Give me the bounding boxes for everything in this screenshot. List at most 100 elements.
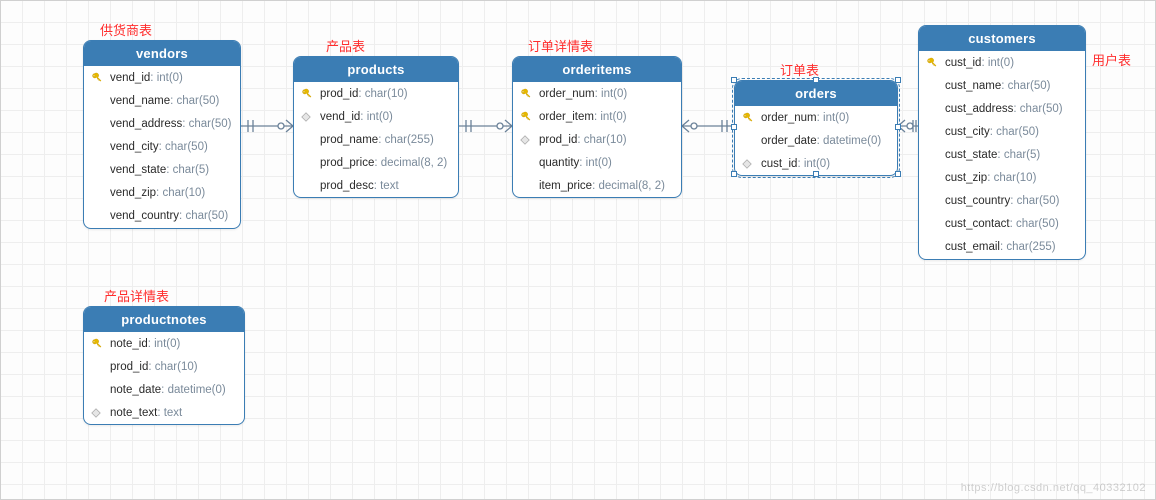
watermark: https://blog.csdn.net/qq_40332102 <box>961 482 1146 494</box>
key-icon <box>91 338 103 350</box>
column-row[interactable]: cust_zipchar(10) <box>919 166 1085 189</box>
column-type: char(50) <box>1010 195 1059 207</box>
column-row[interactable]: vend_idint(0) <box>84 66 240 89</box>
resize-handle-nw[interactable] <box>731 77 737 83</box>
column-name: vend_state <box>110 164 166 176</box>
diamond-icon <box>91 407 103 419</box>
annotation-orderitems: 订单详情表 <box>528 36 593 55</box>
column-row[interactable]: prod_idchar(10) <box>513 128 681 151</box>
column-type: int(0) <box>594 111 627 123</box>
column-row[interactable]: vend_addresschar(50) <box>84 112 240 135</box>
column-type: char(255) <box>1000 241 1056 253</box>
column-type: int(0) <box>981 57 1014 69</box>
table-products[interactable]: products prod_idchar(10)vend_idint(0)pro… <box>293 56 459 198</box>
column-type: char(5) <box>166 164 209 176</box>
column-name: cust_contact <box>945 218 1010 230</box>
column-row[interactable]: order_itemint(0) <box>513 105 681 128</box>
column-type: char(50) <box>159 141 208 153</box>
column-name: prod_id <box>320 88 358 100</box>
table-header: productnotes <box>84 307 244 332</box>
column-row[interactable]: cust_countrychar(50) <box>919 190 1085 213</box>
column-type: datetime(0) <box>817 135 882 147</box>
column-name: cust_country <box>945 195 1010 207</box>
resize-handle-ne[interactable] <box>895 77 901 83</box>
column-row[interactable]: note_idint(0) <box>84 332 244 355</box>
column-row[interactable]: order_datedatetime(0) <box>735 129 897 152</box>
annotation-vendors: 供货商表 <box>100 20 152 39</box>
column-row[interactable]: vend_idint(0) <box>294 105 458 128</box>
resize-handle-w[interactable] <box>731 124 737 130</box>
table-body: vend_idint(0)vend_namechar(50)vend_addre… <box>84 66 240 228</box>
column-name: vend_zip <box>110 187 156 199</box>
column-row[interactable]: order_numint(0) <box>735 106 897 129</box>
column-name: cust_name <box>945 80 1001 92</box>
column-row[interactable]: vend_zipchar(10) <box>84 181 240 204</box>
column-row[interactable]: quantityint(0) <box>513 151 681 174</box>
column-type: datetime(0) <box>161 384 226 396</box>
column-row[interactable]: vend_citychar(50) <box>84 135 240 158</box>
column-row[interactable]: cust_emailchar(255) <box>919 236 1085 259</box>
column-type: char(50) <box>170 95 219 107</box>
column-name: cust_email <box>945 241 1000 253</box>
column-row[interactable]: cust_namechar(50) <box>919 74 1085 97</box>
column-name: order_date <box>761 135 817 147</box>
resize-handle-sw[interactable] <box>731 171 737 177</box>
key-icon <box>520 88 532 100</box>
column-row[interactable]: cust_idint(0) <box>919 51 1085 74</box>
column-row[interactable]: prod_desctext <box>294 174 458 197</box>
column-name: cust_zip <box>945 172 987 184</box>
column-type: int(0) <box>579 157 612 169</box>
column-row[interactable]: vend_countrychar(50) <box>84 205 240 228</box>
column-type: char(50) <box>179 210 228 222</box>
table-orders[interactable]: orders order_numint(0)order_datedatetime… <box>734 80 898 176</box>
column-type: char(50) <box>1001 80 1050 92</box>
column-row[interactable]: note_texttext <box>84 401 244 424</box>
er-canvas[interactable]: 供货商表 产品表 订单详情表 订单表 用户表 产品详情表 vendors ven… <box>0 0 1156 500</box>
column-row[interactable]: cust_citychar(50) <box>919 120 1085 143</box>
key-icon <box>301 88 313 100</box>
table-productnotes[interactable]: productnotes note_idint(0)prod_idchar(10… <box>83 306 245 425</box>
table-orderitems[interactable]: orderitems order_numint(0)order_itemint(… <box>512 56 682 198</box>
table-vendors[interactable]: vendors vend_idint(0)vend_namechar(50)ve… <box>83 40 241 229</box>
column-type: char(10) <box>577 134 626 146</box>
resize-handle-se[interactable] <box>895 171 901 177</box>
table-customers[interactable]: customers cust_idint(0)cust_namechar(50)… <box>918 25 1086 260</box>
column-type: int(0) <box>148 338 181 350</box>
column-type: int(0) <box>150 72 183 84</box>
table-header: orderitems <box>513 57 681 82</box>
column-row[interactable]: vend_statechar(5) <box>84 158 240 181</box>
column-name: cust_id <box>761 158 797 170</box>
annotation-products: 产品表 <box>326 36 365 55</box>
column-row[interactable]: item_pricedecimal(8, 2) <box>513 174 681 197</box>
column-type: char(10) <box>358 88 407 100</box>
column-row[interactable]: cust_statechar(5) <box>919 143 1085 166</box>
column-row[interactable]: note_datedatetime(0) <box>84 378 244 401</box>
column-type: text <box>157 407 182 419</box>
diamond-icon <box>301 111 313 123</box>
column-name: note_date <box>110 384 161 396</box>
resize-handle-e[interactable] <box>895 124 901 130</box>
column-name: vend_address <box>110 118 182 130</box>
diamond-icon <box>742 158 754 170</box>
column-name: prod_name <box>320 134 378 146</box>
column-name: cust_state <box>945 149 997 161</box>
column-row[interactable]: order_numint(0) <box>513 82 681 105</box>
diamond-icon <box>520 134 532 146</box>
resize-handle-s[interactable] <box>813 171 819 177</box>
column-row[interactable]: cust_addresschar(50) <box>919 97 1085 120</box>
column-type: char(255) <box>378 134 434 146</box>
column-row[interactable]: vend_namechar(50) <box>84 89 240 112</box>
column-row[interactable]: prod_namechar(255) <box>294 128 458 151</box>
column-row[interactable]: prod_idchar(10) <box>294 82 458 105</box>
table-header: orders <box>735 81 897 106</box>
resize-handle-n[interactable] <box>813 77 819 83</box>
column-type: decimal(8, 2) <box>592 180 665 192</box>
column-row[interactable]: prod_idchar(10) <box>84 355 244 378</box>
column-row[interactable]: cust_contactchar(50) <box>919 213 1085 236</box>
column-type: char(50) <box>182 118 231 130</box>
table-body: cust_idint(0)cust_namechar(50)cust_addre… <box>919 51 1085 259</box>
column-name: quantity <box>539 157 579 169</box>
column-type: int(0) <box>595 88 628 100</box>
column-name: cust_address <box>945 103 1013 115</box>
column-row[interactable]: prod_pricedecimal(8, 2) <box>294 151 458 174</box>
